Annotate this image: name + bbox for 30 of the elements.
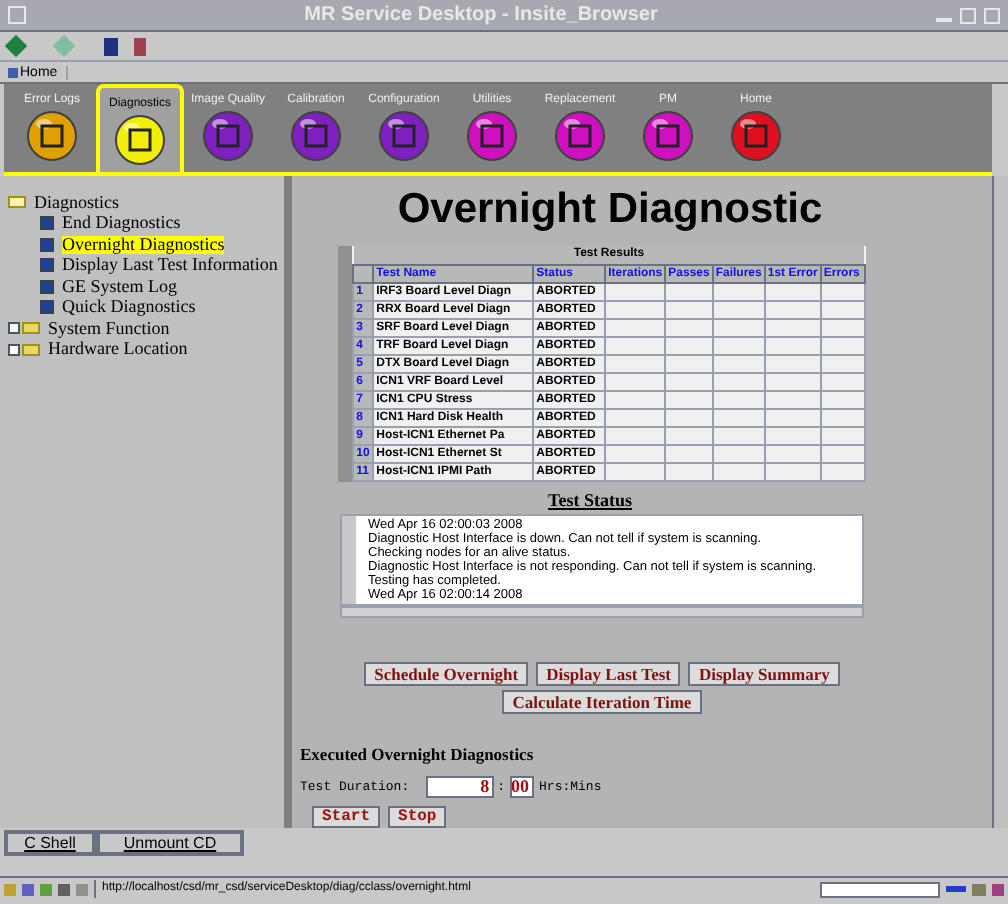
folder-icon[interactable] <box>8 322 40 335</box>
section-heading: Test Status <box>548 487 632 513</box>
maximize-icon[interactable] <box>960 7 976 23</box>
window-title: MR Service Desktop - Insite_Browser <box>302 2 660 30</box>
minutes-field[interactable]: 00 <box>509 776 534 798</box>
log-scrollbar[interactable] <box>342 516 356 604</box>
tree-item[interactable]: Quick Diagnostics <box>62 298 196 317</box>
tree-item[interactable]: Diagnostics <box>34 193 119 212</box>
hours-field[interactable]: 8 <box>425 776 494 798</box>
vertical-scrollbar[interactable] <box>992 176 1008 828</box>
action-button[interactable]: Display Summary <box>688 662 840 687</box>
tree-item[interactable]: System Function <box>48 319 170 338</box>
tree-item[interactable]: End Diagnostics <box>62 214 181 233</box>
status-input-field[interactable] <box>820 881 940 897</box>
section-heading: Executed Overnight Diagnostics <box>300 742 536 768</box>
horizontal-scrollbar[interactable] <box>340 606 864 619</box>
close-icon[interactable] <box>984 7 1000 23</box>
tree-item[interactable]: GE System Log <box>62 277 177 296</box>
control-button[interactable]: Stop <box>388 806 447 828</box>
action-button[interactable]: Schedule Overnight <box>364 662 529 687</box>
action-button[interactable]: Display Last Test <box>536 662 681 687</box>
bottom-button[interactable]: C Shell <box>4 830 96 856</box>
tree-item[interactable]: Hardware Location <box>48 340 188 359</box>
tree-item[interactable]: Display Last Test Information <box>62 256 278 275</box>
control-button[interactable]: Start <box>312 806 381 828</box>
page-title: Overnight Diagnostic <box>397 188 823 230</box>
bottom-button[interactable]: Unmount CD <box>96 830 244 856</box>
tree-item[interactable]: Overnight Diagnostics <box>62 235 225 254</box>
action-button[interactable]: Calculate Iteration Time <box>502 690 702 715</box>
folder-icon[interactable] <box>8 343 40 356</box>
